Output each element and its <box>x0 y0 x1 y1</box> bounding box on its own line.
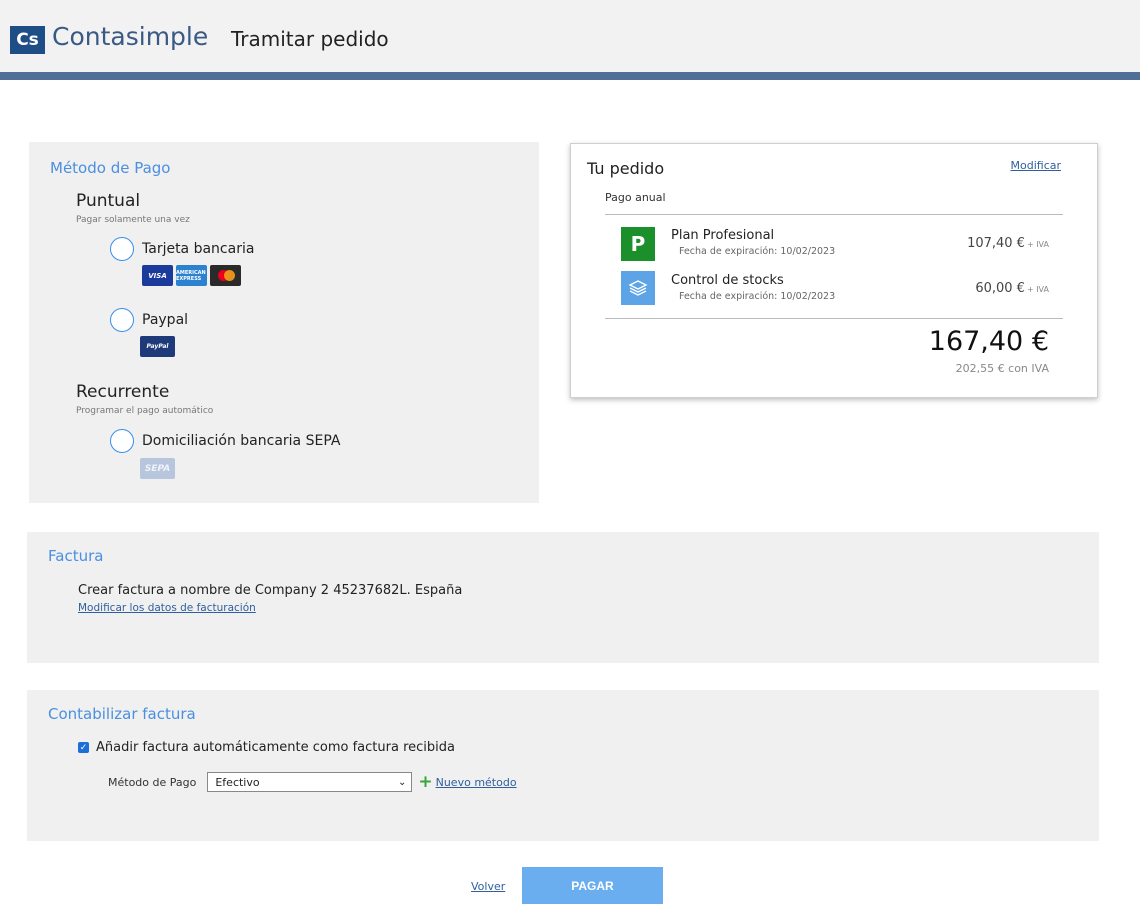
accounting-title: Contabilizar factura <box>48 705 196 723</box>
order-total-with-iva: 202,55 € con IVA <box>955 362 1049 375</box>
paypal-logos: PayPal <box>140 336 175 357</box>
order-total: 167,40 € <box>928 326 1049 357</box>
auto-invoice-checkbox[interactable]: ✓ <box>78 742 89 753</box>
plus-icon[interactable]: + <box>418 773 432 791</box>
option-tarjeta-bancaria[interactable]: Tarjeta bancaria <box>110 237 254 261</box>
card-logos: VISA AMERICAN EXPRESS <box>142 265 241 286</box>
new-method-link[interactable]: Nuevo método <box>436 776 517 789</box>
sepa-icon: SEPA <box>140 458 175 479</box>
product-expiration: Fecha de expiración: 10/02/2023 <box>679 291 836 302</box>
payment-method-panel: Método de Pago Puntual Pagar solamente u… <box>29 142 539 503</box>
option-label: Domiciliación bancaria SEPA <box>142 433 341 449</box>
contasimple-logo-icon[interactable]: Cs <box>10 26 45 54</box>
auto-invoice-label: Añadir factura automáticamente como fact… <box>96 740 455 755</box>
recurrente-subtitle: Programar el pago automático <box>76 406 214 416</box>
invoice-panel: Factura Crear factura a nombre de Compan… <box>27 532 1099 663</box>
page-title: Tramitar pedido <box>231 27 389 51</box>
amex-icon: AMERICAN EXPRESS <box>176 265 207 286</box>
payment-method-title: Método de Pago <box>50 159 171 177</box>
modify-order-link[interactable]: Modificar <box>1011 159 1062 172</box>
payment-method-select[interactable]: Efectivo ⌄ <box>207 772 413 792</box>
paypal-icon: PayPal <box>140 336 175 357</box>
product-expiration: Fecha de expiración: 10/02/2023 <box>679 246 836 257</box>
product-price: 107,40 € + IVA <box>967 236 1049 251</box>
payment-method-row: Método de Pago Efectivo ⌄ + Nuevo método <box>108 772 517 792</box>
radio-tarjeta-bancaria[interactable] <box>110 237 134 261</box>
pay-button[interactable]: PAGAR <box>522 867 663 904</box>
order-billing-period: Pago anual <box>605 191 666 204</box>
invoice-title: Factura <box>48 547 104 565</box>
radio-sepa[interactable] <box>110 429 134 453</box>
product-name: Plan Profesional <box>671 228 775 243</box>
header-stripe <box>0 72 1140 80</box>
modify-billing-data-link[interactable]: Modificar los datos de facturación <box>78 602 256 614</box>
option-label: Tarjeta bancaria <box>142 241 255 257</box>
stock-layers-icon <box>621 271 655 305</box>
puntual-subtitle: Pagar solamente una vez <box>76 215 190 225</box>
divider <box>605 318 1063 319</box>
plan-profesional-icon: P <box>621 227 655 261</box>
visa-icon: VISA <box>142 265 173 286</box>
product-price: 60,00 € + IVA <box>975 281 1049 296</box>
divider <box>605 214 1063 215</box>
option-label: Paypal <box>142 312 189 328</box>
accounting-panel: Contabilizar factura ✓ Añadir factura au… <box>27 690 1099 841</box>
payment-method-label: Método de Pago <box>108 775 197 789</box>
auto-invoice-row[interactable]: ✓ Añadir factura automáticamente como fa… <box>78 740 455 755</box>
option-sepa[interactable]: Domiciliación bancaria SEPA <box>110 429 340 453</box>
invoice-recipient-text: Crear factura a nombre de Company 2 4523… <box>78 583 463 598</box>
option-paypal[interactable]: Paypal <box>110 308 188 332</box>
payment-method-value: Efectivo <box>215 775 260 789</box>
product-name: Control de stocks <box>671 273 784 288</box>
puntual-title: Puntual <box>76 191 141 211</box>
logo-text[interactable]: Contasimple <box>52 22 208 51</box>
order-title: Tu pedido <box>587 159 665 178</box>
mastercard-icon <box>210 265 241 286</box>
recurrente-title: Recurrente <box>76 382 170 402</box>
chevron-down-icon: ⌄ <box>397 776 407 788</box>
top-bar: Cs Contasimple Tramitar pedido <box>0 0 1140 72</box>
radio-paypal[interactable] <box>110 308 134 332</box>
sepa-logos: SEPA <box>140 458 175 479</box>
order-summary-card: Tu pedido Modificar Pago anual P Plan Pr… <box>570 143 1098 398</box>
back-link[interactable]: Volver <box>471 880 505 893</box>
